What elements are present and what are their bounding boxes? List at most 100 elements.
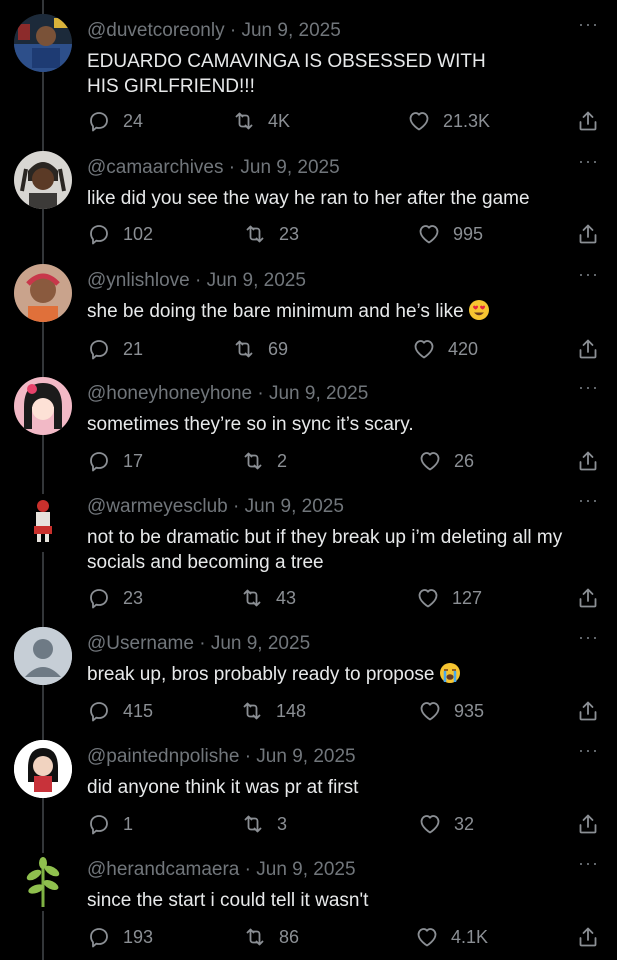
more-icon[interactable]: ···	[578, 853, 599, 874]
handle[interactable]: @ynlishlove	[87, 270, 190, 291]
repost-icon	[232, 337, 256, 361]
like-icon	[418, 449, 442, 473]
reply-count: 193	[123, 926, 154, 947]
avatar[interactable]	[14, 740, 72, 798]
like-button[interactable]: 420	[412, 336, 478, 362]
separator: ·	[199, 633, 206, 654]
reply-button[interactable]: 23	[87, 585, 143, 611]
repost-icon	[232, 109, 256, 133]
handle[interactable]: @duvetcoreonly	[87, 20, 225, 41]
reply-icon	[87, 925, 111, 949]
like-button[interactable]: 935	[418, 698, 484, 724]
post-meta: @herandcamaera · Jun 9, 2025	[87, 859, 356, 881]
like-icon	[418, 812, 442, 836]
repost-count: 23	[279, 223, 300, 244]
avatar[interactable]	[14, 377, 72, 435]
more-icon[interactable]: ···	[578, 740, 599, 761]
more-icon[interactable]: ···	[578, 264, 599, 285]
share-button[interactable]	[576, 811, 600, 837]
handle[interactable]: @Username	[87, 633, 194, 654]
handle[interactable]: @warmeyesclub	[87, 496, 228, 517]
share-button[interactable]	[576, 336, 600, 362]
handle[interactable]: @herandcamaera	[87, 859, 239, 880]
reply-button[interactable]: 24	[87, 108, 143, 134]
avatar[interactable]	[14, 151, 72, 209]
post-meta: @Username · Jun 9, 2025	[87, 633, 310, 655]
date[interactable]: Jun 9, 2025	[241, 20, 340, 41]
reply-button[interactable]: 193	[87, 924, 153, 950]
post-text-content: she be doing the bare minimum and he’s l…	[87, 301, 464, 322]
separator: ·	[229, 20, 237, 41]
repost-icon	[243, 925, 267, 949]
avatar[interactable]	[14, 853, 72, 911]
handle[interactable]: @honeyhoneyhone	[87, 383, 252, 404]
reply-button[interactable]: 1	[87, 811, 133, 837]
reply-count: 24	[123, 110, 144, 131]
avatar[interactable]	[14, 14, 72, 72]
repost-button[interactable]: 69	[232, 336, 288, 362]
repost-button[interactable]: 3	[241, 811, 287, 837]
action-bar: 1 3 32	[0, 811, 617, 837]
post-text: since the start i could tell it wasn't	[87, 890, 369, 911]
loudly-crying-emoji	[439, 663, 460, 683]
reply-button[interactable]: 415	[87, 698, 153, 724]
avatar[interactable]	[14, 627, 72, 685]
like-icon	[407, 109, 431, 133]
reply-icon	[87, 449, 111, 473]
handle[interactable]: @paintednpolishe	[87, 746, 239, 767]
post-text-content: break up, bros probably ready to propose	[87, 664, 435, 685]
repost-icon	[241, 812, 265, 836]
separator: ·	[195, 270, 202, 291]
like-icon	[418, 699, 442, 723]
like-count: 26	[454, 450, 475, 471]
like-count: 21.3K	[443, 110, 491, 131]
reply-button[interactable]: 102	[87, 221, 153, 247]
share-button[interactable]	[576, 448, 600, 474]
like-button[interactable]: 127	[416, 585, 482, 611]
handle[interactable]: @camaarchives	[87, 157, 224, 178]
like-icon	[416, 586, 440, 610]
repost-button[interactable]: 4K	[232, 108, 290, 134]
action-bar: 23 43 127	[0, 585, 617, 611]
like-button[interactable]: 21.3K	[407, 108, 490, 134]
date[interactable]: Jun 9, 2025	[211, 633, 310, 654]
repost-icon	[241, 449, 265, 473]
date[interactable]: Jun 9, 2025	[240, 157, 339, 178]
post-text: she be doing the bare minimum and he’s l…	[87, 299, 587, 324]
repost-button[interactable]: 23	[243, 221, 299, 247]
like-button[interactable]: 4.1K	[415, 924, 488, 950]
like-button[interactable]: 32	[418, 811, 474, 837]
post-meta: @paintednpolishe · Jun 9, 2025	[87, 746, 356, 768]
repost-button[interactable]: 86	[243, 924, 299, 950]
share-button[interactable]	[576, 585, 600, 611]
like-button[interactable]: 995	[417, 221, 483, 247]
share-button[interactable]	[576, 108, 600, 134]
more-icon[interactable]: ···	[578, 627, 599, 648]
reply-icon	[87, 586, 111, 610]
share-button[interactable]	[576, 924, 600, 950]
reply-button[interactable]: 21	[87, 336, 143, 362]
repost-button[interactable]: 2	[241, 448, 287, 474]
reply-button[interactable]: 17	[87, 448, 143, 474]
date[interactable]: Jun 9, 2025	[256, 859, 355, 880]
repost-button[interactable]: 148	[240, 698, 306, 724]
repost-button[interactable]: 43	[240, 585, 296, 611]
more-icon[interactable]: ···	[578, 151, 599, 172]
date[interactable]: Jun 9, 2025	[256, 746, 355, 767]
date[interactable]: Jun 9, 2025	[245, 496, 344, 517]
like-button[interactable]: 26	[418, 448, 474, 474]
avatar[interactable]	[14, 494, 72, 552]
like-icon	[412, 337, 436, 361]
repost-count: 2	[277, 450, 288, 471]
more-icon[interactable]: ···	[578, 14, 599, 35]
share-icon	[576, 699, 600, 723]
action-bar: 21 69 420	[0, 336, 617, 362]
share-button[interactable]	[576, 698, 600, 724]
more-icon[interactable]: ···	[578, 490, 599, 511]
avatar[interactable]	[14, 264, 72, 322]
heart-eyes-emoji	[468, 300, 489, 320]
more-icon[interactable]: ···	[578, 377, 599, 398]
date[interactable]: Jun 9, 2025	[269, 383, 368, 404]
date[interactable]: Jun 9, 2025	[207, 270, 306, 291]
share-button[interactable]	[576, 221, 600, 247]
